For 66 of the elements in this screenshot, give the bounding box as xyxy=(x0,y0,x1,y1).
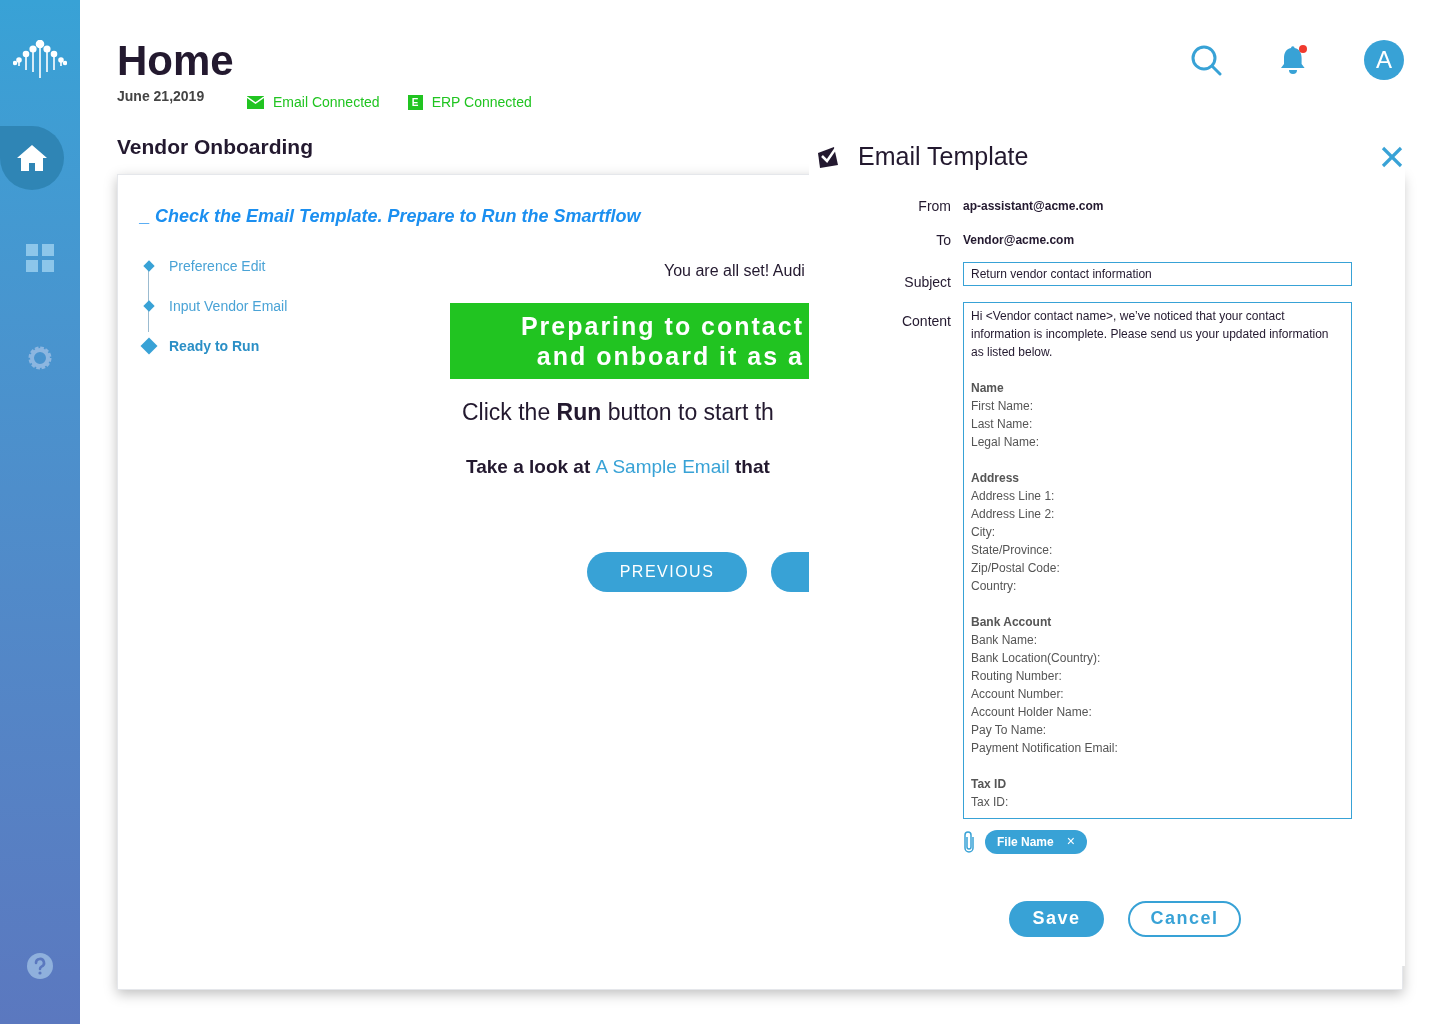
step-item[interactable]: Ready to Run xyxy=(140,335,260,357)
envelope-check-icon xyxy=(817,144,839,169)
content-field-label: Address Line 1: xyxy=(971,487,1056,505)
content-intro-text: Hi <Vendor contact name>, we’ve noticed that your contact information is incomplete. Please send us your updated information as listed below. xyxy=(971,307,1330,361)
field-label: To xyxy=(935,230,951,250)
grid-icon xyxy=(26,244,54,272)
content-field-label: State/Province: xyxy=(971,541,1054,559)
field-label: Content xyxy=(900,311,951,331)
date-text: June 21,2019 xyxy=(117,87,206,106)
step-item[interactable]: Input Vendor Email xyxy=(140,295,288,317)
panel-title: Email Template xyxy=(858,141,1029,172)
erp-icon: E xyxy=(407,95,423,110)
content-field-label: Country: xyxy=(971,577,1018,595)
content-section-heading: Address xyxy=(971,469,1021,487)
content-field-label: Legal Name: xyxy=(971,433,1041,451)
page-title: Home xyxy=(117,38,235,84)
content-field-label: Tax ID: xyxy=(971,793,1010,811)
content-field-label: Address Line 2: xyxy=(971,505,1056,523)
user-avatar[interactable]: A xyxy=(1364,40,1404,80)
content-section-heading: Bank Account xyxy=(971,613,1053,631)
search-icon[interactable] xyxy=(1190,44,1222,76)
notification-bell-icon[interactable] xyxy=(1278,44,1308,76)
content-field[interactable] xyxy=(963,301,1352,819)
content-field-label: Bank Name: xyxy=(971,631,1039,649)
sample-email-link[interactable]: A Sample Email xyxy=(595,456,730,477)
connection-status: Email Connected xyxy=(273,93,380,112)
content-field-label: First Name: xyxy=(971,397,1034,415)
sample-email-text: Take a look at A Sample Email that xyxy=(466,455,770,479)
content-field-label: City: xyxy=(971,523,996,541)
content-field-label: Routing Number: xyxy=(971,667,1063,685)
paperclip-icon[interactable] xyxy=(963,830,975,853)
subject-field[interactable]: Return vendor contact information xyxy=(963,261,1352,286)
connection-status: ERP Connected xyxy=(431,93,532,112)
field-label: Subject xyxy=(903,272,951,292)
help-icon[interactable] xyxy=(27,953,53,979)
settings-icon xyxy=(26,344,54,372)
content-field-label: Pay To Name: xyxy=(971,721,1048,739)
instruction-text: Click the Run button to start th xyxy=(462,397,774,427)
close-icon[interactable] xyxy=(1381,145,1403,168)
previous-button[interactable]: PREVIOUS xyxy=(587,551,747,592)
attachment-name: File Name xyxy=(997,833,1054,851)
cancel-button[interactable]: Cancel xyxy=(1128,900,1241,937)
content-section-heading: Tax ID xyxy=(971,775,1008,793)
banner-line: and onboard it as a xyxy=(536,340,804,371)
content-section-heading: Name xyxy=(971,379,1005,397)
content-field-label: Last Name: xyxy=(971,415,1034,433)
content-field-label: Zip/Postal Code: xyxy=(971,559,1061,577)
banner-line: Preparing to contact xyxy=(520,310,804,341)
step-item[interactable]: Preference Edit xyxy=(140,255,266,277)
run-button[interactable] xyxy=(771,551,809,592)
field-label: From xyxy=(917,196,951,216)
envelope-icon xyxy=(247,96,264,109)
step-heading: _ Check the Email Template. Prepare to Run the Smartflow xyxy=(140,204,641,228)
sender-address: ap-assistant@acme.com xyxy=(963,197,1105,215)
remove-icon[interactable]: × xyxy=(1066,831,1075,852)
content-field-label: Account Number: xyxy=(971,685,1065,703)
logo-icon xyxy=(13,40,67,80)
attachment-chip[interactable]: File Name × xyxy=(985,829,1087,854)
home-icon xyxy=(16,142,48,174)
content-field-label: Payment Notification Email: xyxy=(971,739,1119,757)
section-title: Vendor Onboarding xyxy=(117,134,313,160)
status-text: You are all set! Audi xyxy=(664,260,805,281)
content-field-label: Account Holder Name: xyxy=(971,703,1093,721)
save-button[interactable]: Save xyxy=(1009,900,1104,937)
recipient-address: Vendor@acme.com xyxy=(963,231,1076,249)
content-field-label: Bank Location(Country): xyxy=(971,649,1102,667)
